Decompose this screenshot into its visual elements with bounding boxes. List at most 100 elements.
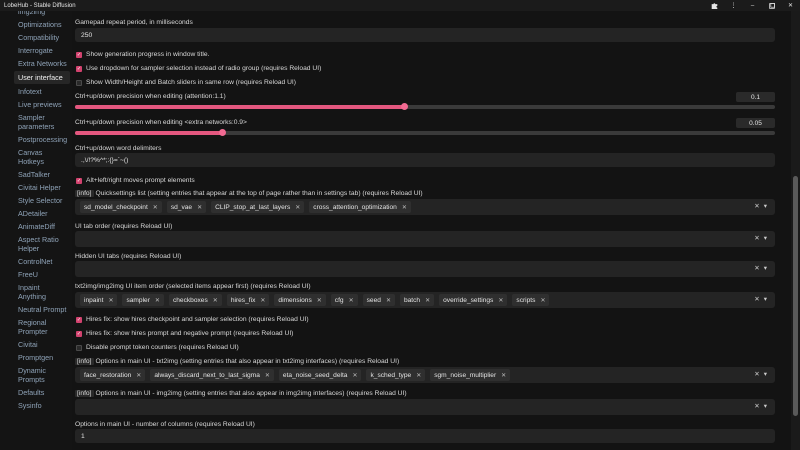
sidebar-item[interactable]: Defaults xyxy=(0,386,72,399)
columns-input[interactable]: 1 xyxy=(75,429,775,443)
sidebar-item[interactable]: Live previews xyxy=(0,98,72,111)
checkbox-hires-prompt[interactable]: ✓ Hires fix: show hires prompt and negat… xyxy=(76,330,293,337)
page-scrollbar[interactable] xyxy=(791,11,800,450)
checkbox-progress-title[interactable]: ✓ Show generation progress in window tit… xyxy=(76,51,209,58)
checkbox-alt-move[interactable]: ✓ Alt+left/right moves prompt elements xyxy=(76,177,195,184)
attention-precision-number[interactable]: 0.1 xyxy=(736,92,775,102)
sidebar-item[interactable]: Dynamic Prompts xyxy=(0,364,72,386)
chevron-down-icon[interactable]: ▾ xyxy=(764,402,767,410)
slider-knob[interactable] xyxy=(218,129,226,136)
remove-tag-icon[interactable]: ✕ xyxy=(197,204,202,211)
sidebar-item[interactable]: Neutral Prompt xyxy=(0,303,72,316)
clear-icon[interactable]: ✕ xyxy=(754,234,759,242)
sidebar-item[interactable]: Extra Networks xyxy=(0,57,72,70)
selected-tag: checkboxes ✕ xyxy=(168,294,222,306)
slider-knob[interactable] xyxy=(400,103,408,110)
sidebar-item[interactable]: img2img xyxy=(0,11,72,18)
extranet-precision-number[interactable]: 0.05 xyxy=(736,118,775,128)
checkbox-same-row-sliders[interactable]: Show Width/Height and Batch sliders in s… xyxy=(76,79,296,86)
sidebar-item[interactable]: SadTalker xyxy=(0,168,72,181)
checkbox-hires-checkpoint[interactable]: ✓ Hires fix: show hires checkpoint and s… xyxy=(76,316,309,323)
remove-tag-icon[interactable]: ✕ xyxy=(136,372,141,379)
sidebar-item[interactable]: Civitai xyxy=(0,338,72,351)
remove-tag-icon[interactable]: ✕ xyxy=(153,204,158,211)
remove-tag-icon[interactable]: ✕ xyxy=(501,372,506,379)
selected-tag: sd_vae ✕ xyxy=(166,201,207,213)
chevron-down-icon[interactable]: ▾ xyxy=(764,264,767,272)
remove-tag-icon[interactable]: ✕ xyxy=(540,297,545,304)
sidebar-item[interactable]: Compatibility xyxy=(0,31,72,44)
remove-tag-icon[interactable]: ✕ xyxy=(498,297,503,304)
sidebar-item[interactable]: ControlNet xyxy=(0,255,72,268)
delimiters-input[interactable]: .,\/!?%^*;:{}=`~() xyxy=(75,153,775,167)
sidebar-item[interactable]: Style Selector xyxy=(0,194,72,207)
item-order-multiselect[interactable]: inpaint ✕ sampler ✕ checkboxes ✕ hires_fix ✕ dim… xyxy=(75,292,775,308)
gamepad-input[interactable]: 250 xyxy=(75,28,775,42)
remove-tag-icon[interactable]: ✕ xyxy=(425,297,430,304)
sidebar-item[interactable]: Promptgen xyxy=(0,351,72,364)
sidebar-item[interactable]: Postprocessing xyxy=(0,133,72,146)
sidebar-item[interactable]: ADetailer xyxy=(0,207,72,220)
remove-tag-icon[interactable]: ✕ xyxy=(260,297,265,304)
remove-tag-icon[interactable]: ✕ xyxy=(416,372,421,379)
remove-tag-icon[interactable]: ✕ xyxy=(108,297,113,304)
checkbox[interactable]: ✓ xyxy=(76,65,82,72)
remove-tag-icon[interactable]: ✕ xyxy=(402,204,407,211)
attention-precision-slider[interactable] xyxy=(75,103,775,110)
checkbox[interactable]: ✓ xyxy=(76,51,82,58)
puzzle-icon[interactable] xyxy=(705,0,724,11)
hidden-tabs-multiselect[interactable]: ✕ ▾ xyxy=(75,261,775,277)
checkbox[interactable]: ✓ xyxy=(76,177,82,184)
scrollbar-thumb[interactable] xyxy=(793,176,798,416)
clear-icon[interactable]: ✕ xyxy=(754,202,759,210)
checkbox-label: Hires fix: show hires prompt and negativ… xyxy=(86,330,294,337)
chevron-down-icon[interactable]: ▾ xyxy=(764,202,767,210)
chevron-down-icon[interactable]: ▾ xyxy=(764,295,767,303)
selected-tag: override_settings ✕ xyxy=(439,294,508,306)
remove-tag-icon[interactable]: ✕ xyxy=(155,297,160,304)
kebab-icon[interactable]: ⋮ xyxy=(724,0,743,11)
sidebar-item[interactable]: FreeU xyxy=(0,268,72,281)
sidebar-item[interactable]: Sampler parameters xyxy=(0,111,72,133)
remove-tag-icon[interactable]: ✕ xyxy=(349,297,354,304)
sidebar-item[interactable]: Inpaint Anything xyxy=(0,281,72,303)
sidebar-item[interactable]: Regional Prompter xyxy=(0,316,72,338)
checkbox-sampler-dropdown[interactable]: ✓ Use dropdown for sampler selection ins… xyxy=(76,65,321,72)
sidebar-item[interactable]: User interface xyxy=(14,71,70,84)
close-icon[interactable]: ✕ xyxy=(781,0,800,11)
maximize-icon[interactable] xyxy=(762,0,781,11)
remove-tag-icon[interactable]: ✕ xyxy=(317,297,322,304)
clear-icon[interactable]: ✕ xyxy=(754,370,759,378)
sidebar-item[interactable]: Sysinfo xyxy=(0,399,72,412)
checkbox[interactable] xyxy=(76,79,82,86)
extranet-precision-slider[interactable] xyxy=(75,129,775,136)
remove-tag-icon[interactable]: ✕ xyxy=(213,297,218,304)
checkbox[interactable]: ✓ xyxy=(76,330,82,337)
remove-tag-icon[interactable]: ✕ xyxy=(386,297,391,304)
txt2img-options-multiselect[interactable]: face_restoration ✕ always_discard_next_to_… xyxy=(75,367,775,383)
sidebar-item[interactable]: Canvas Hotkeys xyxy=(0,146,72,168)
sidebar-item[interactable]: Aspect Ratio Helper xyxy=(0,233,72,255)
chevron-down-icon[interactable]: ▾ xyxy=(764,234,767,242)
sidebar-item[interactable]: AnimateDiff xyxy=(0,220,72,233)
quicksettings-multiselect[interactable]: sd_model_checkpoint ✕ sd_vae ✕ CLIP_stop_at_… xyxy=(75,199,775,215)
checkbox[interactable] xyxy=(76,344,82,351)
remove-tag-icon[interactable]: ✕ xyxy=(295,204,300,211)
remove-tag-icon[interactable]: ✕ xyxy=(265,372,270,379)
settings-sidebar: img2img Optimizations Compatibility Interro… xyxy=(0,11,72,450)
clear-icon[interactable]: ✕ xyxy=(754,264,759,272)
clear-icon[interactable]: ✕ xyxy=(754,402,759,410)
ui-tab-order-multiselect[interactable]: ✕ ▾ xyxy=(75,231,775,247)
checkbox-disable-token-counters[interactable]: Disable prompt token counters (requires … xyxy=(76,344,239,351)
sidebar-item[interactable]: Optimizations xyxy=(0,18,72,31)
remove-tag-icon[interactable]: ✕ xyxy=(352,372,357,379)
sidebar-item[interactable]: Interrogate xyxy=(0,44,72,57)
sidebar-item[interactable]: Civitai Helper xyxy=(0,181,72,194)
sidebar-item[interactable]: Infotext xyxy=(0,85,72,98)
checkbox[interactable]: ✓ xyxy=(76,316,82,323)
clear-icon[interactable]: ✕ xyxy=(754,295,759,303)
minimize-icon[interactable]: – xyxy=(743,0,762,11)
img2img-options-multiselect[interactable]: ✕ ▾ xyxy=(75,399,775,415)
chevron-down-icon[interactable]: ▾ xyxy=(764,370,767,378)
checkbox-label: Disable prompt token counters (requires … xyxy=(86,344,239,351)
